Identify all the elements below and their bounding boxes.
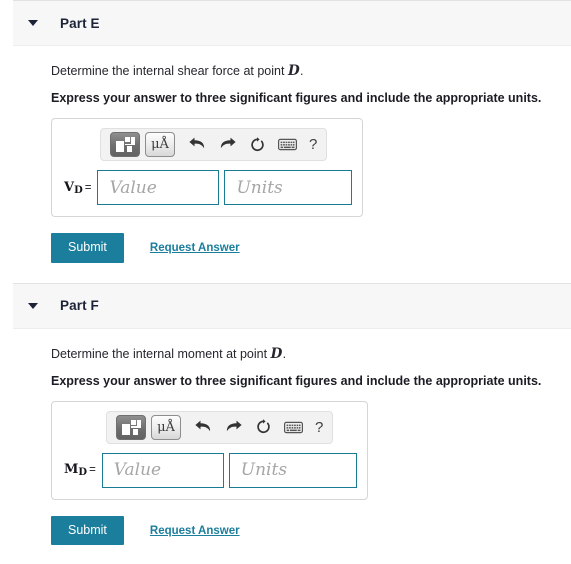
units-input[interactable]: Units — [224, 170, 353, 206]
units-icon-label: μÅ — [151, 137, 169, 153]
value-input[interactable]: Value — [97, 170, 220, 206]
template-picker-button[interactable] — [116, 414, 146, 440]
template-picker-button[interactable] — [110, 132, 140, 158]
undo-icon[interactable] — [184, 132, 210, 157]
part-title: Part F — [60, 298, 99, 314]
reset-icon[interactable] — [244, 132, 270, 157]
units-input[interactable]: Units — [228, 452, 357, 488]
part-header-f[interactable]: Part F — [13, 282, 571, 329]
equals-sign: = — [84, 181, 92, 194]
prompt-variable: D — [287, 63, 300, 79]
prompt-text: Determine the internal moment at point — [51, 346, 271, 361]
answer-variable-label: VD = — [62, 180, 91, 196]
prompt-text: Determine the internal shear force at po… — [51, 64, 288, 78]
answer-box: μÅ — [51, 400, 368, 500]
help-icon[interactable]: ? — [315, 419, 323, 436]
prompt-period: . — [282, 346, 287, 361]
answer-subscript: D — [78, 467, 88, 479]
part-title: Part E — [60, 15, 100, 31]
question-prompt: Determine the internal moment at point D… — [51, 345, 571, 363]
answer-toolbar: μÅ ? — [106, 410, 334, 444]
part-body-e: Determine the internal shear force at po… — [0, 46, 571, 263]
submit-button[interactable]: Submit — [51, 233, 124, 263]
help-icon[interactable]: ? — [309, 136, 317, 153]
prompt-variable: D — [270, 345, 283, 362]
answer-variable: M — [64, 462, 79, 478]
request-answer-link[interactable]: Request Answer — [150, 242, 240, 254]
template-grid-icon — [115, 137, 135, 153]
part-section-f: Part F Determine the internal moment at … — [0, 282, 571, 546]
request-answer-link[interactable]: Request Answer — [150, 525, 240, 537]
part-body-f: Determine the internal moment at point D… — [0, 329, 571, 546]
equals-sign: = — [89, 464, 96, 477]
template-grid-icon — [121, 419, 141, 435]
significant-figures-note: Express your answer to three significant… — [51, 373, 542, 388]
part-header-e[interactable]: Part E — [13, 0, 571, 46]
significant-figures-note: Express your answer to three significant… — [51, 91, 542, 106]
undo-icon[interactable] — [190, 415, 216, 440]
units-button[interactable]: μÅ — [145, 132, 175, 158]
submit-button[interactable]: Submit — [51, 515, 124, 546]
part-section-e: Part E Determine the internal shear forc… — [0, 0, 571, 263]
answer-box: μÅ — [51, 118, 364, 218]
answer-subscript: D — [74, 184, 83, 196]
reset-icon[interactable] — [250, 415, 276, 440]
keyboard-icon[interactable] — [280, 415, 306, 440]
chevron-down-icon[interactable] — [28, 302, 38, 309]
redo-icon[interactable] — [214, 132, 240, 157]
keyboard-icon[interactable] — [274, 132, 300, 157]
answer-input-row: MD = Value Units — [62, 452, 357, 488]
answer-variable-label: MD = — [62, 462, 96, 478]
answer-input-row: VD = Value Units — [62, 170, 353, 206]
answer-variable: V — [64, 179, 75, 195]
units-icon-label: μÅ — [157, 419, 175, 435]
redo-icon[interactable] — [220, 415, 246, 440]
answer-toolbar: μÅ ? — [100, 128, 328, 162]
units-button[interactable]: μÅ — [151, 414, 181, 440]
submit-row: Submit Request Answer — [51, 515, 571, 546]
chevron-down-icon[interactable] — [28, 20, 38, 26]
value-input[interactable]: Value — [101, 452, 224, 488]
prompt-period: . — [299, 64, 304, 78]
question-prompt: Determine the internal shear force at po… — [51, 62, 571, 80]
submit-row: Submit Request Answer — [51, 233, 571, 263]
